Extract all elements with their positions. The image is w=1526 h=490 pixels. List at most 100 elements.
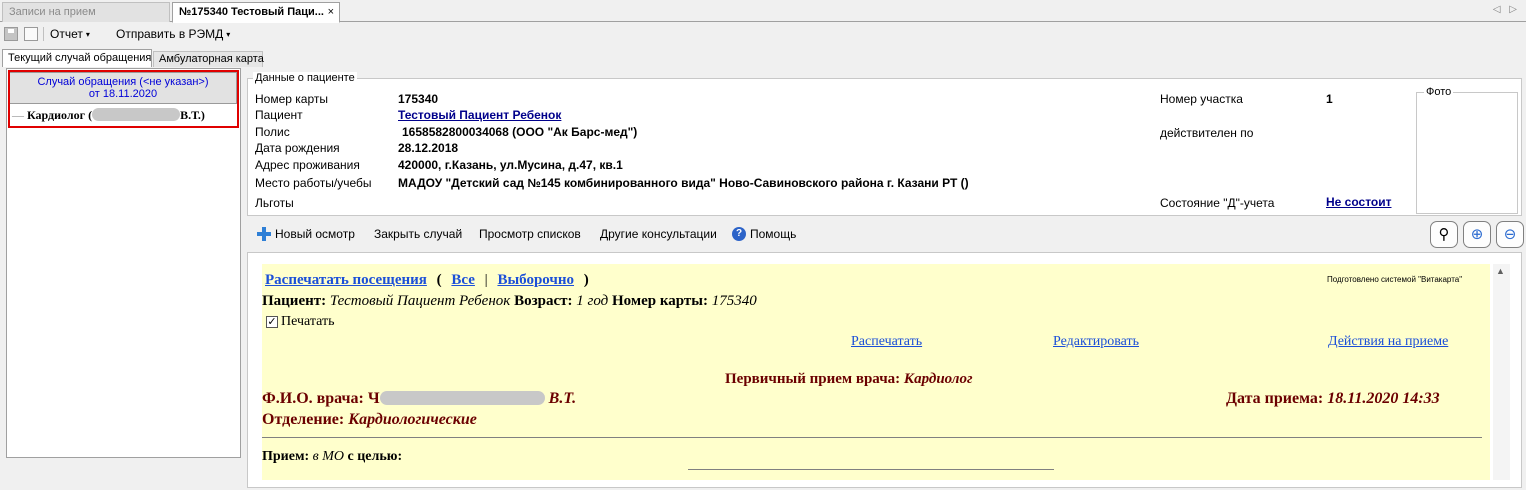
document-tab-strip: Записи на прием №175340 Тестовый Паци...…: [0, 0, 1526, 23]
visit-date-row: Дата приема: 18.11.2020 14:33: [1226, 390, 1440, 408]
tree-item-prefix: Кардиолог (: [27, 108, 93, 122]
d-status-link[interactable]: Не состоит: [1326, 195, 1392, 209]
save-icon[interactable]: [4, 27, 18, 41]
visit-date-label: Дата приема:: [1226, 390, 1324, 407]
doctor-label: Ф.И.О. врача:: [262, 390, 364, 407]
valid-until-label: действителен по: [1160, 126, 1254, 140]
main-toolbar: Отчет ▾ Отправить в РЭМД ▾: [0, 23, 1526, 45]
reception-place: в МО: [312, 449, 345, 464]
department-value: Кардиологические: [348, 411, 477, 428]
print-checkbox-label: Печатать: [281, 314, 335, 329]
card-number-value: 175340: [398, 92, 439, 106]
policy-label: Полис: [255, 125, 290, 139]
tab-patient-record[interactable]: №175340 Тестовый Паци... ×: [172, 2, 340, 23]
redacted-name: [92, 108, 181, 121]
print-visits-link[interactable]: Распечатать посещения: [265, 272, 427, 288]
other-consults-button[interactable]: Другие консультации: [600, 227, 717, 241]
patient-summary-row: Пациент: Тестовый Пациент Ребенок Возрас…: [262, 293, 757, 310]
summary-age-value: 1 год: [576, 293, 609, 309]
doctor-suffix: В.Т.: [548, 390, 577, 407]
reception-row: Прием: в МО с целью:: [262, 449, 402, 465]
help-icon[interactable]: ?: [732, 227, 746, 241]
address-value: 420000, г.Казань, ул.Мусина, д.47, кв.1: [398, 158, 623, 172]
document-icon[interactable]: [24, 27, 38, 41]
close-icon[interactable]: ×: [328, 6, 334, 18]
summary-patient-label: Пациент:: [262, 293, 327, 309]
reception-purpose: с целью:: [347, 449, 403, 464]
visit-date-value: 18.11.2020 14:33: [1327, 390, 1440, 407]
print-selective-link[interactable]: Выборочно: [497, 272, 574, 288]
tree-item-cardiologist[interactable]: — Кардиолог ( В.Т.): [12, 108, 205, 123]
vertical-scrollbar[interactable]: [1493, 264, 1510, 480]
tab-appointments[interactable]: Записи на прием: [2, 2, 170, 22]
plus-icon[interactable]: [256, 226, 272, 242]
redacted-doctor-name: [379, 391, 545, 405]
district-number-value: 1: [1326, 92, 1333, 106]
help-button[interactable]: Помощь: [750, 227, 796, 241]
birth-date-value: 28.12.2018: [398, 141, 459, 155]
reception-label: Прием:: [262, 449, 310, 464]
new-exam-button[interactable]: Новый осмотр: [275, 227, 355, 241]
zoom-out-icon[interactable]: ⊖: [1496, 221, 1524, 248]
photo-title: Фото: [1424, 86, 1454, 98]
patient-name-link[interactable]: Тестовый Пациент Ребенок: [398, 108, 561, 122]
open-paren: (: [436, 272, 442, 288]
section-divider: [262, 437, 1482, 438]
visit-actions-link[interactable]: Действия на приеме: [1328, 334, 1448, 350]
patient-label: Пациент: [255, 108, 303, 122]
scroll-up-icon[interactable]: ▲: [1496, 266, 1505, 276]
tab-outpatient-card[interactable]: Амбулаторная карта: [153, 51, 264, 67]
purpose-underline: [688, 469, 1054, 470]
visit-title-value: Кардиолог: [903, 371, 973, 387]
policy-value: 1658582800034068 (ООО "Ак Барс-мед"): [402, 125, 638, 139]
patient-group-title: Данные о пациенте: [253, 72, 357, 84]
department-label: Отделение:: [262, 411, 345, 428]
print-link[interactable]: Распечатать: [851, 334, 922, 350]
print-checkbox[interactable]: ✓: [266, 316, 278, 328]
link-separator: |: [484, 272, 488, 288]
department-row: Отделение: Кардиологические: [262, 411, 477, 429]
summary-age-label: Возраст:: [514, 293, 573, 309]
chevron-down-icon: ▾: [226, 30, 231, 39]
tab-scroll-arrows-icon[interactable]: ◁ ▷: [1493, 4, 1520, 15]
benefits-label: Льготы: [255, 196, 294, 210]
doctor-prefix: Ч: [367, 390, 380, 407]
address-label: Адрес проживания: [255, 158, 360, 172]
summary-card-value: 175340: [711, 293, 757, 309]
birth-date-label: Дата рождения: [255, 141, 340, 155]
case-tabs: Текущий случай обращения Амбулаторная ка…: [0, 49, 1526, 67]
summary-card-label: Номер карты:: [611, 293, 708, 309]
zoom-in-icon[interactable]: ⊕: [1463, 221, 1491, 248]
tree-connector: —: [12, 108, 24, 122]
patient-photo: [1416, 92, 1518, 214]
print-visits-row: Распечатать посещения ( Все | Выборочно …: [265, 272, 589, 289]
case-tree-panel: [6, 68, 241, 458]
d-status-label: Состояние "Д"-учета: [1160, 196, 1275, 210]
report-menu-button[interactable]: Отчет ▾: [50, 27, 90, 41]
print-all-link[interactable]: Все: [451, 272, 475, 288]
send-remd-menu-button[interactable]: Отправить в РЭМД ▾: [116, 27, 230, 41]
edit-link[interactable]: Редактировать: [1053, 334, 1139, 350]
tree-item-suffix: В.Т.): [180, 108, 205, 122]
workplace-label: Место работы/учебы: [255, 176, 372, 190]
visit-title-label: Первичный прием врача:: [725, 371, 901, 387]
close-case-button[interactable]: Закрыть случай: [374, 227, 462, 241]
district-number-label: Номер участка: [1160, 92, 1243, 106]
tab-current-case[interactable]: Текущий случай обращения: [2, 49, 152, 67]
chevron-down-icon: ▾: [85, 30, 90, 39]
visit-title: Первичный прием врача: Кардиолог: [725, 371, 973, 388]
card-number-label: Номер карты: [255, 92, 328, 106]
view-lists-button[interactable]: Просмотр списков: [479, 227, 581, 241]
send-remd-label: Отправить в РЭМД: [116, 27, 224, 41]
summary-patient-name: Тестовый Пациент Ребенок: [329, 293, 511, 309]
toolbar-separator: [43, 27, 44, 41]
close-paren: ): [583, 272, 589, 288]
prepared-by-text: Подготовлено системой "Витакарта": [1327, 275, 1463, 284]
doctor-row: Ф.И.О. врача: Ч В.Т.: [262, 390, 576, 408]
pin-icon[interactable]: ⚲: [1430, 221, 1458, 248]
case-button[interactable]: Случай обращения (<не указан>) от 18.11.…: [9, 72, 237, 104]
case-title: Случай обращения (<не указан>): [37, 76, 209, 88]
workplace-value: МАДОУ "Детский сад №145 комбинированного…: [398, 176, 969, 190]
case-date: от 18.11.2020: [88, 88, 158, 100]
tab-patient-record-label: №175340 Тестовый Паци...: [179, 6, 324, 18]
